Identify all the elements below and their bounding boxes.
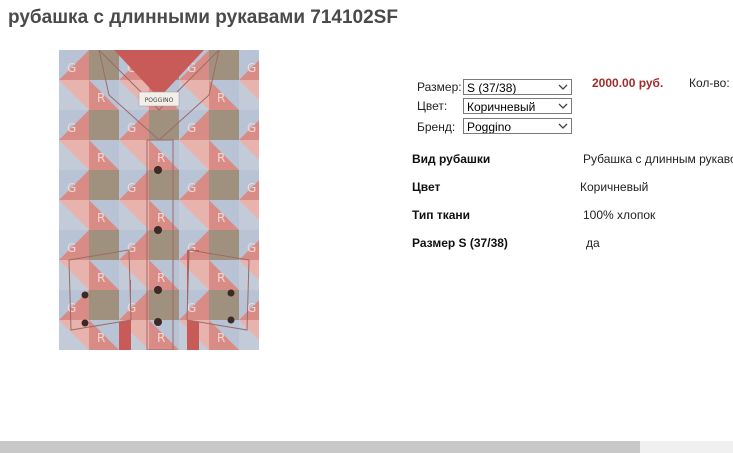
quantity-label: Кол-во: (689, 76, 730, 90)
chevron-down-icon (558, 84, 568, 90)
attr-name-color: Цвет (412, 180, 441, 194)
size-select-value: S (37/38) (467, 81, 517, 95)
scrollbar-thumb[interactable] (0, 441, 640, 453)
brand-tag: POGGINO (145, 97, 174, 104)
color-select-value: Коричневый (467, 100, 536, 114)
attr-name-size: Размер S (37/38) (412, 236, 508, 250)
color-label: Цвет: (417, 99, 448, 113)
attr-name-fabric: Тип ткани (412, 208, 471, 222)
attr-value-fabric: 100% хлопок (583, 208, 656, 222)
product-image[interactable]: G R POGGINO (59, 50, 259, 350)
product-price: 2000.00 руб. (592, 76, 664, 90)
brand-select-value: Poggino (467, 120, 512, 134)
product-title: рубашка с длинными рукавами 714102SF (8, 7, 398, 28)
attr-value-shirt-type: Рубашка с длинным рукавом (583, 152, 733, 166)
brand-select[interactable]: Poggino (463, 118, 572, 134)
attr-name-shirt-type: Вид рубашки (412, 152, 491, 166)
attr-value-size: да (586, 236, 600, 250)
size-select[interactable]: S (37/38) (463, 79, 572, 95)
color-select[interactable]: Коричневый (463, 98, 572, 114)
chevron-down-icon (558, 123, 568, 129)
chevron-down-icon (558, 103, 568, 109)
horizontal-scrollbar[interactable] (0, 441, 733, 453)
brand-label: Бренд: (417, 120, 456, 134)
shirt-photo: G R POGGINO (59, 50, 259, 350)
attr-value-color: Коричневый (580, 180, 649, 194)
size-label: Размер: (417, 80, 462, 94)
